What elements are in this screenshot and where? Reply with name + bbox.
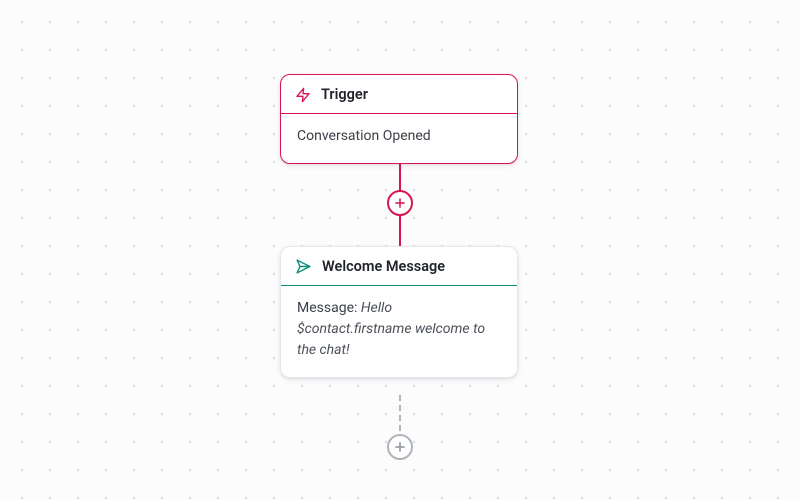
flow-canvas[interactable]: Trigger Conversation Opened Welcome Mess… (0, 0, 800, 500)
trigger-node-header: Trigger (281, 75, 517, 114)
trigger-node-body: Conversation Opened (281, 114, 517, 163)
add-step-button-end[interactable] (387, 434, 413, 460)
action-node-title: Welcome Message (322, 258, 445, 275)
trigger-node-title: Trigger (321, 86, 368, 103)
trigger-event-label: Conversation Opened (297, 128, 431, 144)
action-node-header: Welcome Message (281, 247, 517, 286)
action-node-body: Message: Hello $contact.firstname welcom… (281, 286, 517, 377)
message-label: Message: (297, 300, 361, 316)
action-node[interactable]: Welcome Message Message: Hello $contact.… (280, 246, 518, 378)
send-icon (295, 258, 312, 275)
lightning-icon (295, 87, 311, 103)
add-step-button[interactable] (387, 190, 413, 216)
trigger-node[interactable]: Trigger Conversation Opened (280, 74, 518, 164)
